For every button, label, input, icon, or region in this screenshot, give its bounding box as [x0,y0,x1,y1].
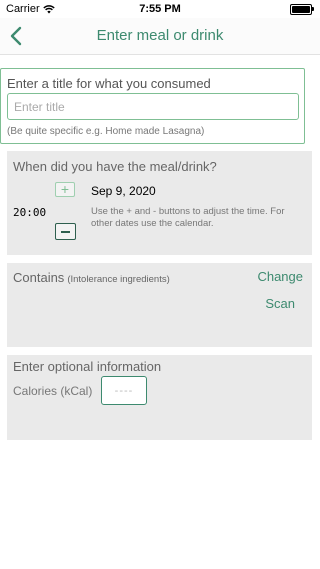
calories-label: Calories (kCal) [13,384,93,398]
contains-title: Contains [13,270,65,285]
optional-info-label: Enter optional information [13,359,162,374]
time-hint: Use the + and - buttons to adjust the ti… [91,206,285,229]
title-hint: (Be quite specific e.g. Home made Lasagn… [7,126,205,137]
optional-info-section: Enter optional information Calories (kCa… [7,355,312,440]
title-label: Enter a title for what you consumed [7,76,211,91]
battery-icon [290,4,314,15]
contains-sublabel: (Intolerance ingredients) [67,274,170,285]
status-time: 7:55 PM [139,3,181,15]
date-value[interactable]: Sep 9, 2020 [91,184,156,198]
change-button[interactable]: Change [257,269,303,284]
contains-section: Contains (Intolerance ingredients) Change… [7,263,312,347]
time-value: 20:00 [13,206,47,219]
scan-button[interactable]: Scan [265,296,295,311]
title-section: Enter a title for what you consumed (Be … [0,68,305,144]
page-title: Enter meal or drink [96,27,224,44]
when-section: When did you have the meal/drink? + 20:0… [7,151,312,255]
contains-label: Contains (Intolerance ingredients) [13,270,170,285]
when-label: When did you have the meal/drink? [13,159,217,174]
navigation-bar: Enter meal or drink [0,18,320,55]
increase-time-button[interactable]: + [55,182,75,197]
status-bar: Carrier 7:55 PM [0,0,320,18]
decrease-time-button[interactable] [55,223,76,240]
calories-input[interactable] [101,376,147,405]
title-input[interactable] [7,93,299,120]
